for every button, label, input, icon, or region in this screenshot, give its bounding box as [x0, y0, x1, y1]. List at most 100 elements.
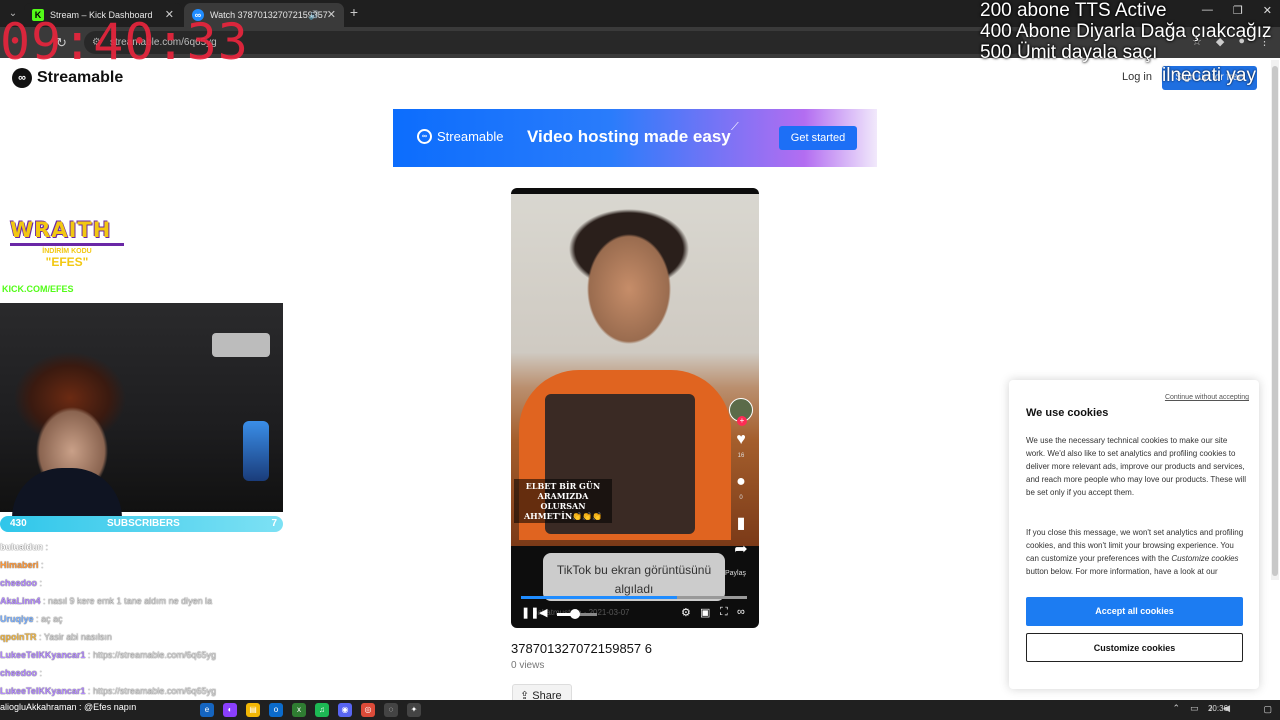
- chat-username[interactable]: LukeeTeIKKyancar1: [0, 650, 85, 660]
- cookie-title: We use cookies: [1026, 407, 1109, 419]
- goal-item: 500 Ümit dayala saçı: [980, 42, 1158, 63]
- chat-message: cheedoo :: [0, 664, 290, 682]
- webcam-feed: [0, 303, 283, 518]
- excel-icon[interactable]: x: [292, 703, 306, 717]
- subs-current: 430: [10, 518, 27, 529]
- sparkle-icon: ⟋: [731, 121, 739, 133]
- video-player[interactable]: ELBET BİR GÜN ARAMIZDA OLURSAN AHMET'İN👏…: [511, 188, 759, 628]
- webcam-ac-unit: [212, 333, 270, 357]
- chat-username[interactable]: bulualdun: [0, 542, 43, 552]
- chat-text: : aç aç: [36, 614, 63, 624]
- chat-message: Himaberi :: [0, 556, 290, 574]
- chat-username[interactable]: qpoinTR: [0, 632, 37, 642]
- cookie-consent-panel: Continue without accepting We use cookie…: [1009, 380, 1259, 689]
- share-arrow-icon: ➦: [734, 541, 748, 558]
- video-title: 378701327072159857 6: [511, 641, 652, 656]
- customize-cookies-button[interactable]: Customize cookies: [1026, 633, 1243, 662]
- subs-label: SUBSCRIBERS: [107, 518, 180, 529]
- goal-overlay-text: ilnecati yay: [1162, 65, 1256, 86]
- chat-text: :: [41, 560, 44, 570]
- webcam-mic-light: [243, 421, 269, 481]
- file-explorer-icon[interactable]: ▤: [246, 703, 260, 717]
- promo-banner[interactable]: ∞ Streamable Video hosting made easy ⟋ G…: [393, 109, 877, 167]
- notification-icon[interactable]: ▢: [1263, 704, 1272, 715]
- chat-username[interactable]: LukeeTeIKKyancar1: [0, 686, 85, 696]
- network-icon[interactable]: ▭: [1190, 703, 1199, 714]
- sponsor-subtitle: İNDİRİM KODU: [42, 248, 92, 255]
- cookie-p2-b: button below. For more information, have…: [1026, 567, 1218, 576]
- streamable-logo[interactable]: ∞ Streamable: [12, 68, 123, 88]
- comment-count: 0: [739, 495, 743, 501]
- close-icon[interactable]: ✕: [327, 3, 336, 27]
- chat-username[interactable]: Himaberi: [0, 560, 39, 570]
- volume-icon[interactable]: ◀: [539, 606, 547, 619]
- kick-url: KICK.COM/EFES: [2, 284, 74, 294]
- login-link[interactable]: Log in: [1122, 71, 1152, 83]
- edge-icon[interactable]: e: [200, 703, 214, 717]
- logo-text: Streamable: [37, 69, 124, 86]
- chat-message: cheedoo :: [0, 574, 290, 592]
- streamable-player-icon[interactable]: ∞: [737, 606, 745, 618]
- windows-taskbar: aliogluAkkahraman : @Efes napın e ◐ ▤ o …: [0, 700, 1280, 720]
- like-count: 16: [737, 453, 745, 459]
- chat-text: : https://streamable.com/6q65yg: [87, 650, 216, 660]
- chrome-icon[interactable]: ◎: [361, 703, 375, 717]
- chat-username[interactable]: AkaLinn4: [0, 596, 41, 606]
- chat-text: : Yasir abi nasılsın: [39, 632, 112, 642]
- chat-text: :: [45, 542, 49, 552]
- stream-clock: 09:40:33: [0, 13, 249, 71]
- progress-fill: [521, 596, 677, 599]
- spotify-icon[interactable]: ♫: [315, 703, 329, 717]
- continue-without-accepting-link[interactable]: Continue without accepting: [1165, 394, 1249, 401]
- chat-username[interactable]: cheedoo: [0, 578, 37, 588]
- scrollbar-thumb[interactable]: [1272, 66, 1278, 576]
- new-tab-button[interactable]: +: [346, 4, 362, 20]
- chat-message: qpoinTR : Yasir abi nasılsın: [0, 628, 290, 646]
- fullscreen-icon[interactable]: ⛶: [720, 606, 728, 619]
- banner-brand: Streamable: [437, 129, 504, 144]
- chat-message: AkaLinn4 : nasıl 9 kere emk 1 tane aldım…: [0, 592, 290, 610]
- pip-icon[interactable]: ▣: [700, 606, 710, 619]
- tiktok-screenshot-toast: TikTok bu ekran görüntüsünü algıladı: [543, 553, 725, 601]
- chat-text: : nasıl 9 kere emk 1 tane aldım ne diyen…: [43, 596, 213, 606]
- video-caption: ELBET BİR GÜN ARAMIZDA OLURSAN AHMET'İN👏…: [514, 479, 612, 523]
- chat-username[interactable]: cheedoo: [0, 668, 37, 678]
- chat-message: Uruqiye : aç aç: [0, 610, 290, 628]
- video-views: 0 views: [511, 660, 545, 671]
- outlook-icon[interactable]: o: [269, 703, 283, 717]
- settings-icon[interactable]: ⚙: [681, 606, 691, 619]
- accept-all-cookies-button[interactable]: Accept all cookies: [1026, 597, 1243, 626]
- pause-icon[interactable]: ❚❚: [521, 606, 539, 619]
- obs-icon[interactable]: ◌: [384, 703, 398, 717]
- volume-knob[interactable]: [570, 609, 580, 619]
- chat-text: :: [39, 668, 43, 678]
- subscriber-goal-bar: 430 SUBSCRIBERS 7: [0, 516, 283, 532]
- discord-icon[interactable]: ◉: [338, 703, 352, 717]
- chat-username[interactable]: Uruqiye: [0, 614, 34, 624]
- cookie-paragraph-1: We use the necessary technical cookies t…: [1026, 436, 1246, 497]
- webcam-streamer: [12, 468, 122, 518]
- progress-bar[interactable]: [521, 596, 747, 599]
- chat-text: : https://streamable.com/6q65yg: [87, 686, 216, 696]
- get-started-button[interactable]: Get started: [779, 126, 857, 150]
- speaker-icon[interactable]: 🔊: [309, 3, 320, 27]
- heart-icon: ♥ 16: [736, 432, 746, 464]
- app-icon[interactable]: ✦: [407, 703, 421, 717]
- volume-slider[interactable]: [557, 609, 597, 619]
- bookmark-icon: ▮: [736, 515, 746, 532]
- chat-message: bulualdun :: [0, 538, 290, 556]
- tiktok-side-actions: ♥16 ●0 ▮ ➦: [726, 398, 756, 558]
- page-scrollbar[interactable]: [1271, 60, 1279, 580]
- chevron-up-icon[interactable]: ⌃: [1173, 703, 1181, 714]
- subs-right: 7: [271, 518, 277, 529]
- taskbar-clock[interactable]: 20:36: [1208, 704, 1228, 713]
- chat-text: :: [39, 578, 43, 588]
- comment-icon: ● 0: [736, 474, 746, 506]
- goal-item: 400 Abone Diyarla Dağa çıakcağız: [980, 21, 1272, 42]
- goal-item: 200 abone TTS Active: [980, 0, 1167, 21]
- share-label: Paylaş: [725, 570, 747, 577]
- copilot-icon[interactable]: ◐: [223, 703, 237, 717]
- sponsor-underline: [10, 243, 124, 246]
- chat-overlay: bulualdun : Himaberi : cheedoo : AkaLinn4 :…: [0, 538, 290, 700]
- creator-avatar: [729, 398, 753, 426]
